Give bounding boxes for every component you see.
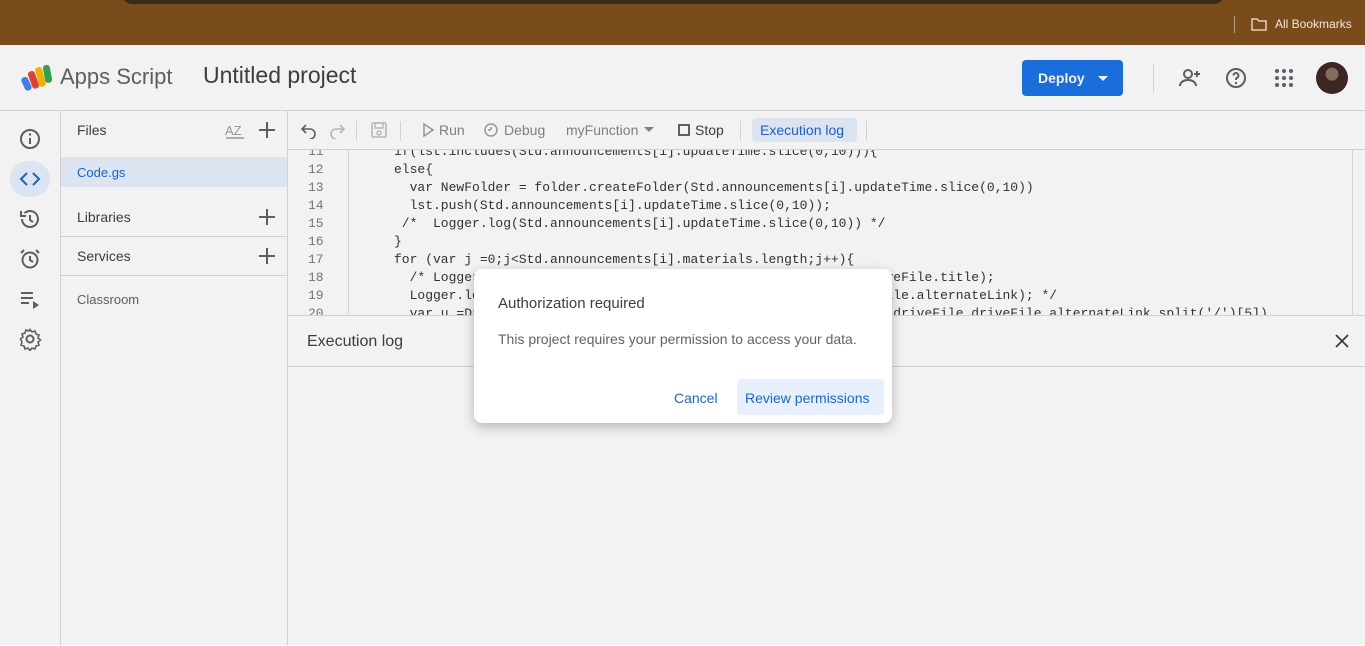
all-bookmarks-label: All Bookmarks (1275, 17, 1352, 31)
browser-bookmarks-bar: All Bookmarks (0, 0, 1365, 45)
all-bookmarks-button[interactable]: All Bookmarks (1251, 17, 1352, 31)
dialog-title: Authorization required (498, 295, 645, 312)
authorization-dialog: Authorization required This project requ… (474, 269, 892, 423)
dialog-message: This project requires your permission to… (498, 331, 857, 347)
folder-icon (1251, 18, 1267, 31)
browser-tabstrip (122, 0, 1224, 4)
bookmarks-divider (1234, 16, 1235, 33)
review-permissions-label: Review permissions (745, 390, 870, 406)
review-permissions-button[interactable]: Review permissions (737, 379, 884, 415)
cancel-button[interactable]: Cancel (674, 390, 718, 406)
